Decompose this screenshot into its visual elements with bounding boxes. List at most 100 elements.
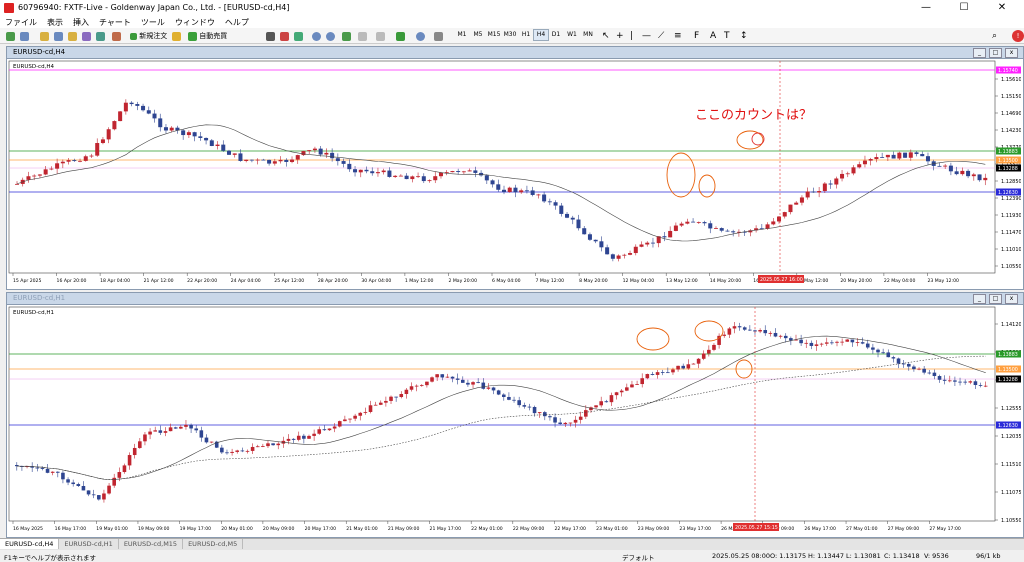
zoom-in-button[interactable] <box>310 30 323 42</box>
tf-m30[interactable]: M30 <box>503 30 517 40</box>
tf-w1[interactable]: W1 <box>565 30 579 40</box>
indicators-button[interactable] <box>394 30 407 42</box>
fibo-tool-button[interactable]: F <box>692 30 701 42</box>
level-line-pink-tag-label: 1.13288 <box>998 377 1018 383</box>
line-chart-button[interactable] <box>292 30 305 42</box>
candle-body <box>763 330 768 334</box>
x-tick-label: 25 Apr 12:00 <box>274 278 304 284</box>
chart-h1-minimize-button[interactable]: _ <box>973 294 986 304</box>
candle-body <box>118 111 123 122</box>
candle-chart-button[interactable] <box>278 30 291 42</box>
autoscroll-button[interactable] <box>374 30 387 42</box>
profiles-button[interactable] <box>18 30 31 42</box>
candle-body <box>272 161 277 164</box>
candle-body <box>512 399 516 401</box>
navigator-button[interactable] <box>66 30 79 42</box>
tf-d1[interactable]: D1 <box>549 30 563 40</box>
tab-eurusd-m5[interactable]: EURUSD-cd,M5 <box>183 539 244 549</box>
arrows-tool-button[interactable]: ↕ <box>738 30 750 42</box>
candle-body <box>650 242 655 244</box>
minimize-button[interactable]: — <box>912 0 940 16</box>
candle-body <box>249 159 254 161</box>
candle-body <box>619 390 624 393</box>
zoom-out-button[interactable] <box>324 30 337 42</box>
label-tool-button[interactable]: T <box>722 30 732 42</box>
x-tick-label: 19 May 17:00 <box>180 526 212 532</box>
tab-eurusd-h1[interactable]: EURUSD-cd,H1 <box>59 539 119 549</box>
price-chart-h1[interactable]: EURUSD-cd,H11.141201.136001.130751.12555… <box>7 305 1024 536</box>
candle-body <box>897 152 902 159</box>
close-button[interactable]: ✕ <box>988 0 1016 16</box>
tf-h1[interactable]: H1 <box>519 30 533 40</box>
tab-eurusd-h4[interactable]: EURUSD-cd,H4 <box>0 539 60 549</box>
search-button[interactable]: ⌕ <box>990 30 999 42</box>
candle-body <box>40 467 45 469</box>
data-window-button[interactable] <box>52 30 65 42</box>
tf-mn[interactable]: MN <box>581 30 595 40</box>
tile-windows-button[interactable] <box>340 30 353 42</box>
candle-body <box>593 239 598 242</box>
chart-h1-maximize-button[interactable]: □ <box>989 294 1002 304</box>
y-tick-label: 1.14120 <box>1001 322 1021 328</box>
candle-body <box>532 406 537 414</box>
candle-body <box>393 175 398 177</box>
candle-body <box>645 242 650 245</box>
x-tick-label: 16 Apr 20:00 <box>57 278 87 284</box>
market-watch-button[interactable] <box>38 30 51 42</box>
candle-body <box>901 363 906 365</box>
tab-eurusd-m15[interactable]: EURUSD-cd,M15 <box>119 539 184 549</box>
candle-body <box>673 225 678 231</box>
new-chart-button[interactable] <box>4 30 17 42</box>
channel-tool-button[interactable]: ≡ <box>672 30 684 42</box>
title-bar: 60796940: FXTF-Live - Goldenway Japan Co… <box>0 0 1024 17</box>
candle-body <box>530 190 535 195</box>
chart-h4-maximize-button[interactable]: □ <box>989 48 1002 58</box>
chart-h1-close-button[interactable]: x <box>1005 294 1018 304</box>
candle-body <box>204 137 209 141</box>
candle-body <box>473 170 478 173</box>
templates-button[interactable] <box>432 30 445 42</box>
price-chart-h4[interactable]: EURUSD-cd,H4 1.15610 1.15150 1.14690 1.14230… <box>7 59 1024 288</box>
text-tool-button[interactable]: A <box>708 30 718 42</box>
candle-body <box>138 441 142 448</box>
trendline-tool-button[interactable]: ⟋ <box>656 30 666 42</box>
crosshair-tool-button[interactable]: + <box>614 30 626 42</box>
tf-m15[interactable]: M15 <box>487 30 501 40</box>
history-button[interactable] <box>110 30 123 42</box>
metaeditor-button[interactable] <box>170 30 183 42</box>
candle-body <box>851 167 856 174</box>
clock-icon <box>416 31 425 41</box>
candle-body <box>983 177 988 181</box>
tf-h4[interactable]: H4 <box>533 29 549 41</box>
vline-tool-button[interactable]: | <box>628 30 635 42</box>
candle-body <box>696 358 701 364</box>
tf-m1[interactable]: M1 <box>455 30 469 40</box>
periods-button[interactable] <box>414 30 427 42</box>
candle-body <box>686 364 691 369</box>
chart-h4-close-button[interactable]: x <box>1005 48 1018 58</box>
x-tick-label: 22 Apr 20:00 <box>187 278 217 284</box>
bar-chart-button[interactable] <box>264 30 277 42</box>
tf-m5[interactable]: M5 <box>471 30 485 40</box>
new-order-label: 新規注文 <box>139 32 168 40</box>
alert-badge-icon[interactable]: ! <box>1012 30 1024 42</box>
auto-trade-button[interactable]: 自動売買 <box>186 30 229 42</box>
chart-tabs: EURUSD-cd,H4 EURUSD-cd,H1 EURUSD-cd,M15 EUR… <box>0 538 1024 550</box>
new-order-button[interactable]: 新規注文 <box>128 30 169 42</box>
tester-button[interactable] <box>94 30 107 42</box>
support-line-green-tag-label: 1.13883 <box>998 352 1018 358</box>
cursor-tool-button[interactable]: ↖ <box>600 30 612 42</box>
chart-h4-minimize-button[interactable]: _ <box>973 48 986 58</box>
candle-body <box>481 382 486 389</box>
toolbar: 新規注文 自動売買 M1 M5 M15 M30 H1 H4 D1 W1 MN ↖… <box>0 28 1024 44</box>
candle-body <box>255 159 260 161</box>
candle-body <box>290 159 295 162</box>
candle-body <box>925 156 930 162</box>
candle-body <box>524 190 529 192</box>
x-tick-label: 27 May 09:00 <box>888 526 920 532</box>
chart-shift-button[interactable] <box>356 30 369 42</box>
candle-body <box>375 172 380 174</box>
hline-tool-button[interactable]: — <box>640 30 653 42</box>
maximize-button[interactable]: ☐ <box>950 0 978 16</box>
terminal-button[interactable] <box>80 30 93 42</box>
